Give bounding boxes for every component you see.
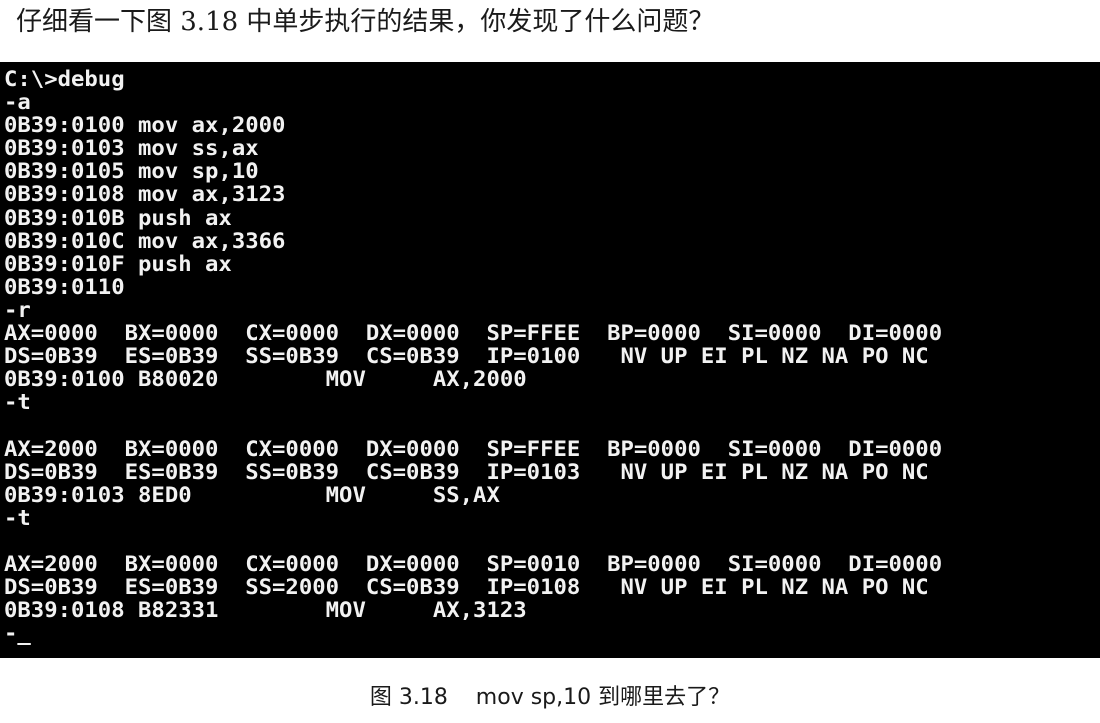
console-line: 0B39:0103 mov ss,ax — [4, 136, 259, 161]
console-line: -r — [4, 297, 31, 322]
console-line: -t — [4, 390, 31, 415]
console-line: DS=0B39 ES=0B39 SS=0B39 CS=0B39 IP=0103 … — [4, 459, 929, 484]
console-line: -a — [4, 90, 31, 115]
console-line: 0B39:0103 8ED0 MOV SS,AX — [4, 482, 500, 507]
console-line: 0B39:010F push ax — [4, 251, 232, 276]
console-line: 0B39:0108 mov ax,3123 — [4, 182, 286, 207]
console-line: 0B39:0108 B82331 MOV AX,3123 — [4, 598, 527, 623]
console-line: AX=2000 BX=0000 CX=0000 DX=0000 SP=0010 … — [4, 551, 943, 576]
console-line: 0B39:0100 B80020 MOV AX,2000 — [4, 367, 527, 392]
figure-caption: 图 3.18 mov sp,10 到哪里去了？ — [369, 685, 731, 710]
console-line: DS=0B39 ES=0B39 SS=2000 CS=0B39 IP=0108 … — [4, 575, 929, 600]
question-text: 仔细看一下图 3.18 中单步执行的结果，你发现了什么问题？ — [16, 7, 715, 37]
console-line: DS=0B39 ES=0B39 SS=0B39 CS=0B39 IP=0100 … — [4, 344, 929, 369]
console-line: 0B39:0105 mov sp,10 — [4, 159, 259, 184]
console-line: -t — [4, 505, 31, 530]
console-line: -_ — [4, 621, 31, 646]
console-line: AX=2000 BX=0000 CX=0000 DX=0000 SP=FFEE … — [4, 436, 943, 461]
console-line: 0B39:0110 — [4, 274, 125, 299]
console-line: 0B39:010B push ax — [4, 205, 232, 230]
console-line: C:\>debug — [4, 67, 125, 91]
console-output: C:\>debug -a 0B39:0100 mov ax,2000 0B39:… — [4, 67, 943, 646]
console-line: AX=0000 BX=0000 CX=0000 DX=0000 SP=FFEE … — [4, 321, 943, 346]
console-line: 0B39:010C mov ax,3366 — [4, 228, 286, 253]
console-line: 0B39:0100 mov ax,2000 — [4, 113, 286, 138]
debug-console-window: C:\>debug -a 0B39:0100 mov ax,2000 0B39:… — [0, 62, 1100, 658]
